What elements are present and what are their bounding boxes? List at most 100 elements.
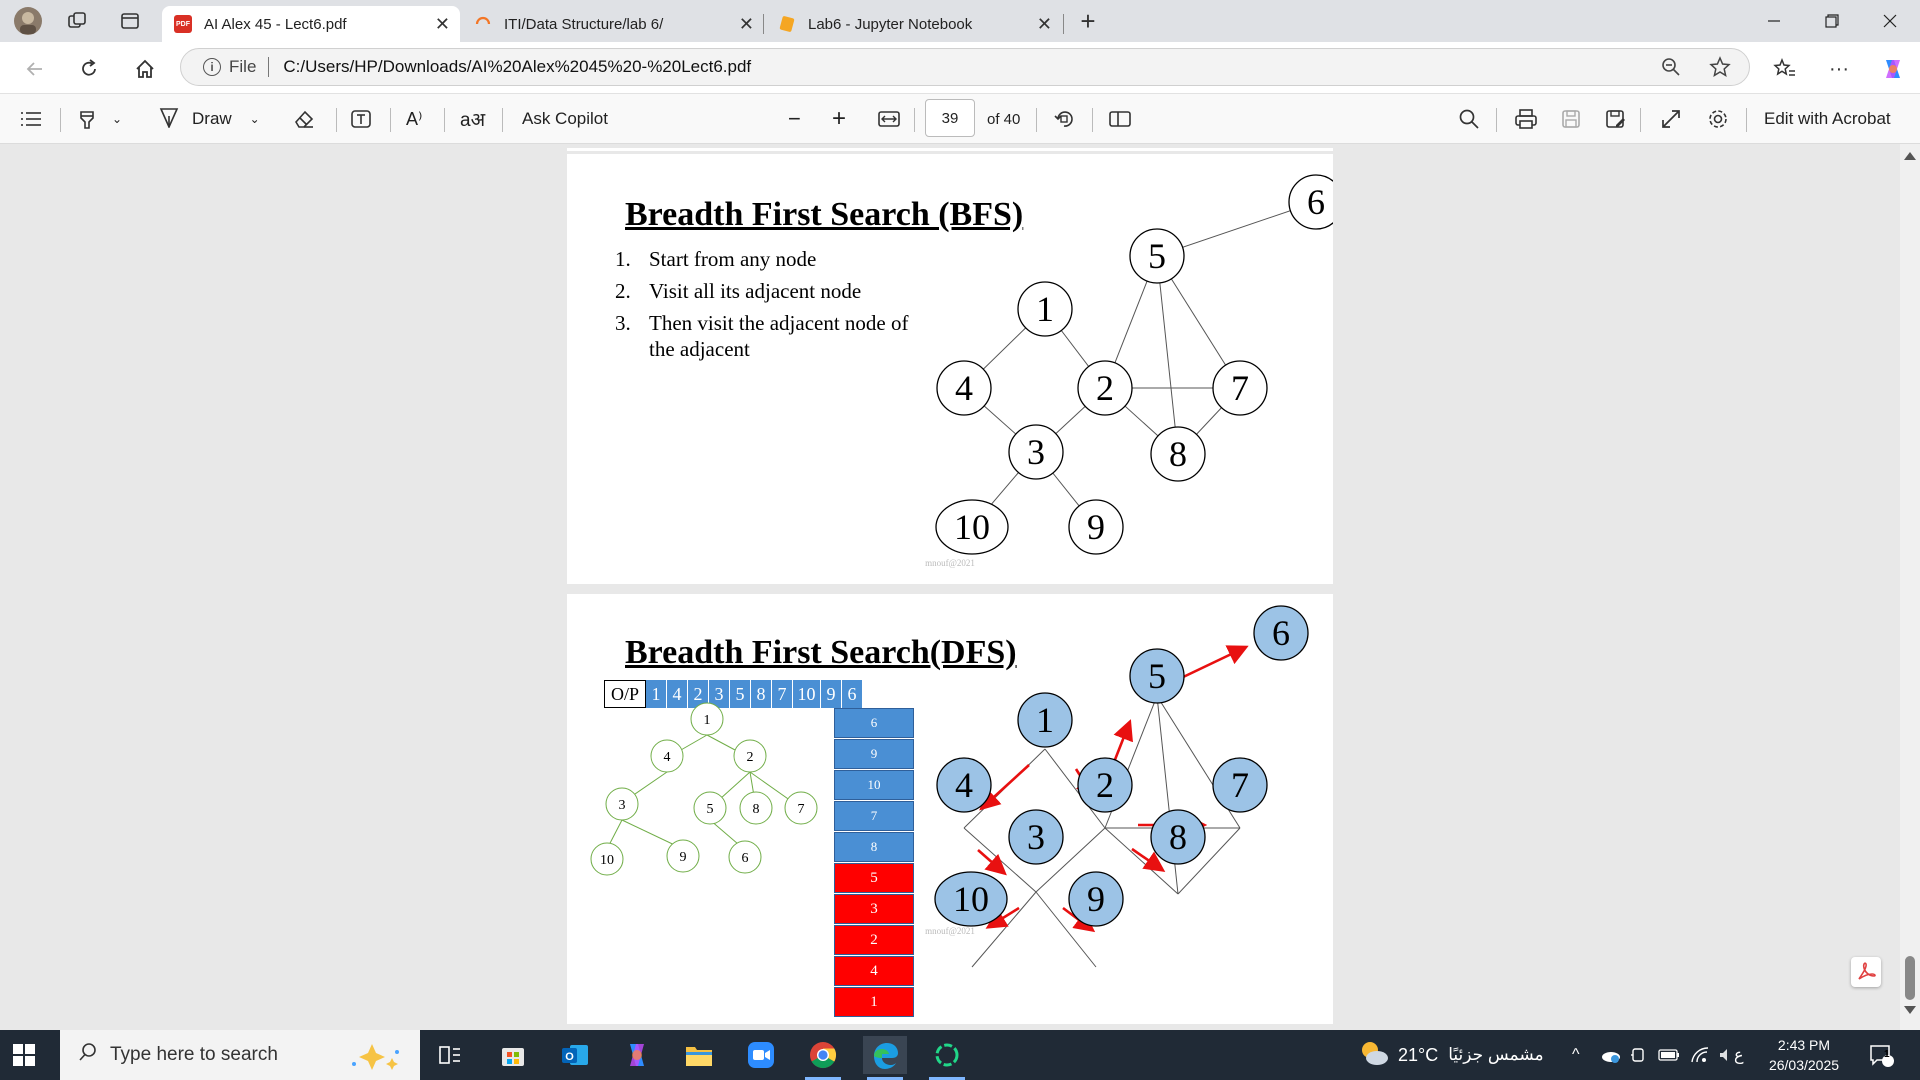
fit-width-icon[interactable]	[877, 104, 901, 134]
ask-copilot-button[interactable]: Ask Copilot	[522, 104, 608, 134]
clock[interactable]: 2:43 PM 26/03/2025	[1762, 1030, 1846, 1080]
graph-node: 5	[1129, 648, 1185, 704]
loading-favicon-icon	[474, 15, 492, 33]
close-tab-icon[interactable]: ✕	[739, 14, 754, 35]
notifications-icon[interactable]: 1	[1868, 1030, 1894, 1080]
svg-text:7: 7	[1231, 368, 1249, 408]
restore-icon[interactable]	[1810, 8, 1854, 34]
tab-title: AI Alex 45 - Lect6.pdf	[204, 15, 347, 33]
show-hidden-icons-icon[interactable]: ^	[1572, 1030, 1580, 1080]
bfs-graph: 6 5 1 4 2 7 3 8 10 9 mnouf@2021	[925, 174, 1333, 568]
task-view-icon[interactable]	[428, 1036, 472, 1074]
close-tab-icon[interactable]: ✕	[1037, 14, 1052, 35]
file-explorer-icon[interactable]	[677, 1036, 721, 1074]
acrobat-floating-icon[interactable]	[1851, 957, 1881, 987]
graph-node: 9	[1068, 499, 1124, 555]
page-number-input[interactable]: 39	[925, 99, 975, 137]
close-tab-icon[interactable]: ✕	[435, 14, 450, 35]
taskbar: Type here to search O 21°C مشمس جزئيًا ^	[0, 1030, 1920, 1080]
text-box-icon[interactable]	[350, 104, 372, 134]
copilot-app-icon[interactable]	[615, 1036, 659, 1074]
save-as-icon[interactable]	[1604, 104, 1626, 134]
erase-icon[interactable]	[292, 104, 316, 134]
tab-pdf[interactable]: PDF AI Alex 45 - Lect6.pdf ✕	[162, 6, 460, 42]
microsoft-store-icon[interactable]	[491, 1036, 535, 1074]
svg-text:1: 1	[1036, 700, 1054, 740]
translate-icon[interactable]: aअ	[460, 104, 485, 134]
wifi-icon[interactable]	[1690, 1030, 1710, 1080]
favorite-star-icon[interactable]	[1709, 56, 1731, 83]
refresh-icon[interactable]	[74, 54, 104, 84]
home-icon[interactable]	[130, 54, 160, 84]
graph-node: 8	[1150, 426, 1206, 482]
settings-gear-icon[interactable]	[1706, 104, 1730, 134]
new-tab-icon[interactable]: +	[1075, 6, 1101, 36]
svg-text:2: 2	[1096, 368, 1114, 408]
graph-node: 4	[936, 757, 992, 813]
weather-widget[interactable]: 21°C مشمس جزئيًا	[1358, 1030, 1544, 1080]
tab-actions-icon[interactable]	[117, 8, 143, 34]
zoom-out-icon[interactable]: −	[788, 104, 801, 134]
outlook-icon[interactable]: O	[553, 1036, 597, 1074]
draw-dropdown-icon[interactable]: ⌄	[250, 112, 260, 126]
graph-node: 6	[1288, 174, 1333, 230]
scroll-up-icon[interactable]	[1904, 152, 1916, 160]
rotate-icon[interactable]	[1053, 104, 1075, 134]
weather-icon	[1358, 1039, 1390, 1072]
minimize-icon[interactable]	[1752, 8, 1796, 34]
start-windows-icon[interactable]	[12, 1043, 36, 1072]
back-icon[interactable]	[20, 54, 50, 84]
edge-icon[interactable]	[863, 1036, 907, 1080]
slide-footer: mnouf@2021	[925, 558, 975, 568]
onedrive-icon[interactable]	[1600, 1030, 1622, 1080]
tab-jupyter[interactable]: Lab6 - Jupyter Notebook ✕	[766, 6, 1062, 42]
copilot-icon[interactable]	[1878, 54, 1908, 84]
save-icon[interactable]	[1560, 104, 1582, 134]
highlight-dropdown-icon[interactable]: ⌄	[112, 104, 122, 134]
battery-icon[interactable]	[1658, 1030, 1680, 1080]
favorites-icon[interactable]	[1770, 54, 1800, 84]
tab-divider	[1063, 14, 1064, 34]
print-icon[interactable]	[1514, 104, 1538, 134]
profile-avatar[interactable]	[12, 5, 44, 37]
info-icon[interactable]: i	[203, 58, 221, 76]
zoom-app-icon[interactable]	[739, 1036, 783, 1074]
scroll-down-icon[interactable]	[1904, 1006, 1916, 1014]
svg-text:8: 8	[1169, 434, 1187, 474]
page-view-icon[interactable]	[1108, 104, 1132, 134]
tab-bar: PDF AI Alex 45 - Lect6.pdf ✕ ITI/Data St…	[0, 0, 1920, 42]
zoom-in-icon[interactable]: +	[832, 104, 846, 134]
svg-text:6: 6	[1272, 613, 1290, 653]
graph-node: 2	[1077, 360, 1133, 416]
read-aloud-icon[interactable]: A⁾	[406, 104, 422, 134]
close-window-icon[interactable]	[1868, 8, 1912, 34]
draw-button[interactable]: Draw ⌄	[158, 104, 260, 134]
tab-github[interactable]: ITI/Data Structure/lab 6/ ✕	[462, 6, 764, 42]
graph-node: 3	[1008, 424, 1064, 480]
vertical-scrollbar[interactable]	[1900, 144, 1920, 1030]
pycharm-loading-icon[interactable]	[925, 1036, 969, 1080]
workspaces-icon[interactable]	[64, 8, 90, 34]
more-options-icon[interactable]: ···	[1824, 54, 1854, 84]
svg-text:9: 9	[1087, 507, 1105, 547]
edit-with-acrobat-button[interactable]: Edit with Acrobat	[1764, 104, 1891, 134]
toolbar-divider	[60, 108, 61, 132]
search-pdf-icon[interactable]	[1458, 104, 1480, 134]
toolbar-divider	[336, 108, 337, 132]
contents-icon[interactable]	[20, 104, 42, 134]
highlight-icon[interactable]	[76, 104, 98, 134]
pdf-toolbar: ⌄ Draw ⌄ A⁾ aअ Ask Copilot − + 39 of 40	[0, 94, 1920, 144]
scroll-thumb[interactable]	[1905, 956, 1915, 1000]
meet-now-icon[interactable]	[1630, 1030, 1648, 1080]
toolbar-divider	[502, 108, 503, 132]
clock-date: 26/03/2025	[1768, 1057, 1840, 1073]
jupyter-favicon-icon	[778, 15, 796, 33]
svg-text:5: 5	[1148, 656, 1166, 696]
graph-node: 7	[1212, 757, 1268, 813]
chrome-icon[interactable]	[801, 1036, 845, 1080]
address-bar[interactable]: i File C:/Users/HP/Downloads/AI%20Alex%2…	[180, 48, 1750, 86]
zoom-icon[interactable]	[1661, 57, 1681, 82]
input-language[interactable]: ع	[1734, 1030, 1744, 1080]
taskbar-search-input[interactable]: Type here to search	[60, 1030, 420, 1080]
fullscreen-icon[interactable]	[1660, 104, 1682, 134]
